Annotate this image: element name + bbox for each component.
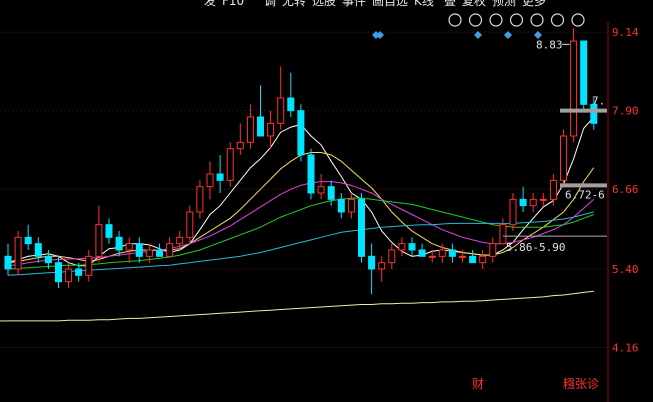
y-tick-label-3: 5.40 — [612, 263, 639, 276]
candle — [125, 237, 133, 263]
candle — [570, 28, 578, 143]
candle — [398, 237, 406, 257]
candle — [85, 250, 93, 282]
candle — [14, 231, 22, 276]
range-label: 5.86-5.90 — [506, 241, 566, 254]
y-tick-label-1: 7.90 — [612, 105, 639, 118]
candle — [549, 174, 557, 206]
candle — [196, 180, 204, 219]
candle — [55, 256, 62, 288]
candle — [4, 243, 12, 276]
candle — [267, 110, 275, 149]
candle — [418, 243, 426, 257]
candle — [539, 193, 547, 206]
candle — [358, 193, 365, 263]
candlestick-chart[interactable]: 发 F10 调尤转 选股 事件 画自选 K线 叠复权 预测 更多 9.14 7.90 6.66 5.40… — [0, 0, 653, 402]
zoom-out-icon[interactable] — [571, 13, 585, 27]
toolbar-item-10[interactable]: 预测 — [492, 0, 516, 8]
moving-average-lines — [0, 116, 595, 322]
candle — [448, 243, 456, 263]
y-tick-label-2: 6.66 — [612, 183, 639, 196]
candle — [226, 142, 234, 187]
candle — [287, 72, 295, 117]
toolbar: 发 F10 调尤转 选股 事件 画自选 K线 叠复权 预测 更多 — [204, 0, 585, 27]
price-tag-1: 6.72-6 — [565, 189, 605, 202]
candle — [378, 256, 386, 282]
candle — [34, 237, 42, 263]
candle — [509, 193, 517, 231]
toolbar-item-3[interactable]: 尤转 — [282, 0, 306, 8]
candles — [4, 28, 598, 295]
candle — [166, 237, 174, 257]
y-tick-label-4: 4.16 — [612, 342, 639, 355]
bottom-label-right[interactable]: 糨张诊 — [563, 377, 599, 391]
toolbar-item-0[interactable]: 发 — [204, 0, 216, 8]
candle — [216, 155, 224, 193]
toolbar-item-1[interactable]: F10 — [222, 0, 244, 8]
settings-icon[interactable] — [448, 13, 462, 27]
candle — [388, 243, 396, 269]
candle — [347, 193, 355, 219]
candle — [580, 40, 588, 111]
candle — [327, 180, 335, 206]
candle — [519, 186, 527, 212]
candle — [105, 218, 113, 244]
candle — [24, 224, 32, 250]
candle — [206, 161, 214, 200]
candle — [560, 129, 567, 187]
bottom-label-left[interactable]: 财 — [472, 377, 484, 391]
toolbar-item-2[interactable]: 调 — [264, 0, 276, 8]
event-marker-icon[interactable] — [504, 31, 512, 39]
candle — [186, 205, 194, 244]
candle — [307, 148, 315, 200]
candle — [277, 66, 285, 130]
toolbar-item-5[interactable]: 事件 — [342, 0, 366, 8]
candle — [257, 85, 264, 137]
candle — [408, 237, 416, 257]
ma250-line — [8, 290, 594, 322]
store-icon[interactable] — [509, 13, 524, 27]
y-axis-ticks: 9.14 7.90 6.66 5.40 4.16 — [612, 26, 639, 354]
zoom-in-icon[interactable] — [550, 13, 565, 27]
candle — [95, 205, 103, 263]
candle — [135, 237, 143, 263]
toolbar-item-4[interactable]: 选股 — [312, 0, 336, 8]
eye-icon[interactable] — [489, 13, 503, 27]
candle — [297, 104, 305, 162]
candle — [337, 193, 345, 219]
hand-icon[interactable] — [530, 13, 544, 27]
candle — [236, 123, 244, 155]
toolbar-item-7[interactable]: K线 — [414, 0, 434, 8]
candle — [65, 262, 73, 288]
chart-grid — [0, 31, 607, 349]
candle — [479, 250, 487, 269]
event-marker-icon[interactable] — [376, 31, 384, 39]
toolbar-item-11[interactable]: 更多 — [522, 0, 546, 8]
y-tick-label-0: 9.14 — [612, 26, 639, 39]
toolbar-item-8[interactable]: 叠 — [444, 0, 456, 8]
candle — [368, 243, 376, 295]
candle — [529, 193, 537, 212]
stock-chart-screen: 发 F10 调尤转 选股 事件 画自选 K线 叠复权 预测 更多 9.14 7.90 6.66 5.40… — [0, 0, 653, 402]
price-tag-0: 7. — [592, 95, 605, 108]
candle — [469, 250, 477, 264]
candle — [489, 237, 497, 263]
candle — [317, 174, 325, 200]
high-price-label: 8.83 — [536, 38, 563, 51]
toolbar-item-6[interactable]: 画自选 — [372, 0, 408, 8]
candle — [156, 243, 163, 257]
pen-icon[interactable] — [468, 13, 483, 27]
toolbar-item-9[interactable]: 复权 — [462, 0, 486, 8]
